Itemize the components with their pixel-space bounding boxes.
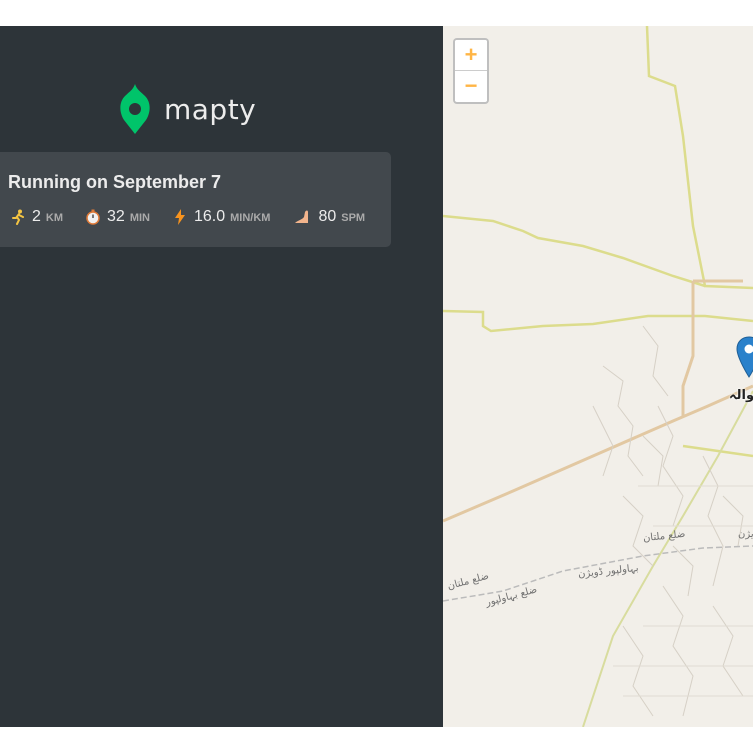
stopwatch-icon	[86, 209, 100, 225]
footprint-icon	[295, 210, 309, 223]
distance-unit: km	[45, 212, 64, 224]
runner-icon	[12, 209, 24, 225]
zoom-in-button[interactable]: +	[455, 40, 487, 71]
map-label: ڈویژن	[738, 529, 753, 540]
workout-title: Running on September 7	[8, 172, 222, 192]
map-pin-logo-icon	[120, 84, 150, 134]
lightning-icon	[174, 209, 185, 225]
stat-pace: 16.0 min/km	[172, 208, 270, 226]
zoom-control: + −	[453, 38, 489, 104]
duration-unit: min	[129, 212, 150, 224]
location-marker-icon[interactable]	[736, 336, 753, 378]
logo-text: mapty	[164, 92, 257, 126]
duration-value: 32	[107, 208, 125, 225]
stat-cadence: 80 spm	[292, 208, 365, 226]
cadence-unit: spm	[341, 212, 366, 224]
city-label: روالہ	[729, 388, 753, 403]
workout-card[interactable]: Running on September 7 2 km 32 min	[0, 152, 391, 247]
stat-duration: 32 min	[85, 208, 150, 226]
pace-unit: min/km	[230, 212, 271, 224]
workout-stats: 2 km 32 min 16.0 min/km	[10, 208, 387, 226]
map[interactable]: + − روالہ ضلع ملتان بہاولپور ڈویژن ضلع م…	[443, 26, 753, 727]
cadence-value: 80	[318, 208, 337, 225]
distance-value: 2	[32, 208, 41, 225]
logo: mapty	[118, 82, 256, 136]
map-tiles[interactable]	[443, 26, 753, 727]
pace-value: 16.0	[193, 208, 226, 225]
zoom-out-button[interactable]: −	[455, 71, 487, 101]
stat-distance: 2 km	[10, 208, 63, 226]
sidebar: mapty Running on September 7 2 km 32 min	[0, 26, 443, 727]
